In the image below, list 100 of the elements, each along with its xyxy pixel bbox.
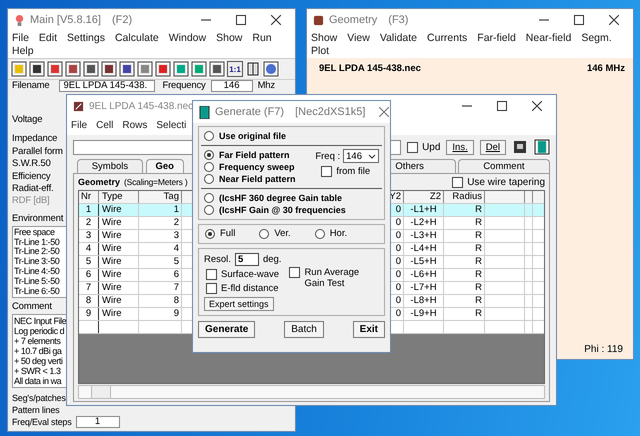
radio-dot[interactable]: [204, 150, 214, 160]
option-checkbox[interactable]: Surface-wave: [206, 269, 280, 280]
tapering-checkbox[interactable]: Use wire tapering: [452, 176, 545, 188]
close-button[interactable]: [271, 15, 281, 25]
menu-item[interactable]: View: [347, 32, 370, 44]
mode-radio[interactable]: Near Field pattern: [204, 173, 296, 185]
menu-item[interactable]: Segm.: [581, 32, 612, 44]
row-number: 8: [79, 295, 99, 307]
menu-item[interactable]: File: [71, 120, 88, 132]
field-label: Frequency: [162, 80, 206, 92]
menu-item[interactable]: Help: [12, 45, 34, 57]
table-cell: Wire: [99, 295, 139, 307]
menu-item[interactable]: Show: [216, 32, 242, 44]
comment-line: + 50 deg verti: [14, 356, 64, 366]
dialog-button[interactable]: Batch: [284, 321, 324, 338]
menu-item[interactable]: Selecti: [156, 120, 186, 132]
row-number: 5: [79, 256, 99, 268]
table-cell: -L5+H: [404, 256, 444, 268]
menu-item[interactable]: Rows: [122, 120, 148, 132]
horizontal-scrollbar[interactable]: [78, 385, 545, 399]
row-number: 7: [79, 282, 99, 294]
scale-button[interactable]: 1:1: [227, 61, 243, 77]
table-cell: 8: [139, 295, 182, 307]
comment-line: NEC Input File: [14, 316, 68, 326]
maximize-button[interactable]: [497, 101, 507, 111]
menu-item[interactable]: Settings: [67, 32, 105, 44]
menu-item[interactable]: Run: [252, 32, 272, 44]
scaling-label: (Scaling=Meters ): [124, 177, 188, 187]
dialog-button[interactable]: Exit: [352, 321, 385, 338]
plane-radio[interactable]: Hor.: [314, 228, 348, 240]
option-checkbox[interactable]: E-fld distance: [206, 283, 279, 294]
mode-radio[interactable]: Far Field pattern: [204, 149, 290, 161]
radio-dot[interactable]: [204, 205, 214, 215]
table-cell: Wire: [99, 269, 139, 281]
resolution-label: Resol.: [204, 254, 231, 265]
tab[interactable]: Geo: [146, 159, 184, 173]
phi-label: Phi : 119: [584, 344, 623, 355]
mode-radio[interactable]: (IcsHF Gain @ 30 frequencies: [204, 204, 346, 216]
table-cell: 1: [139, 204, 182, 216]
file-name: 9EL LPDA 145-438.nec: [319, 63, 421, 74]
mode-radio[interactable]: (IcsHF 360 degree Gain table: [204, 192, 342, 204]
table-cell: 3: [139, 230, 182, 242]
mode-radio[interactable]: Use original file: [204, 130, 286, 142]
menu-item[interactable]: Edit: [38, 32, 58, 44]
mode-radio[interactable]: Frequency sweep: [204, 161, 295, 173]
close-button[interactable]: [609, 15, 619, 25]
table-cell: Wire: [99, 230, 139, 242]
plane-radio[interactable]: Full: [205, 228, 236, 240]
table-cell: R: [444, 256, 485, 268]
menu-item[interactable]: Calculate: [114, 32, 159, 44]
table-cell: R: [444, 230, 485, 242]
radio-dot[interactable]: [204, 193, 214, 203]
radio-dot[interactable]: [205, 229, 215, 239]
menu-item[interactable]: Plot: [311, 45, 330, 57]
book-icon[interactable]: [245, 61, 261, 77]
comment-line: + SWR < 1.3: [14, 366, 62, 376]
comment-line: + 7 elements: [14, 336, 62, 346]
radio-dot[interactable]: [259, 229, 270, 239]
menu-item[interactable]: Near-field: [526, 32, 572, 44]
radio-dot[interactable]: [314, 229, 325, 239]
menu-item[interactable]: File: [12, 32, 29, 44]
row-button[interactable]: Ins.: [446, 140, 474, 154]
dialog-button[interactable]: Generate: [198, 321, 256, 338]
menu-item[interactable]: Cell: [96, 120, 114, 132]
plane-radio[interactable]: Ver.: [259, 228, 291, 240]
menu-item[interactable]: Show: [311, 32, 338, 44]
table-cell: -L2+H: [404, 217, 444, 229]
help-icon[interactable]: [263, 61, 279, 77]
row-number: 1: [79, 204, 99, 216]
radio-dot[interactable]: [204, 131, 214, 141]
calculator-icon[interactable]: [534, 139, 550, 155]
field-label: Pattern lines: [12, 404, 60, 416]
shortcut-label: (F3): [388, 14, 408, 26]
steps-field: 1: [76, 416, 120, 428]
maximize-button[interactable]: [236, 15, 246, 25]
tab[interactable]: Symbols: [77, 159, 143, 173]
table-cell: 7: [139, 282, 182, 294]
upd-checkbox[interactable]: Upd: [407, 142, 440, 152]
column-header: Radius: [444, 191, 485, 203]
column-header: Nr: [79, 191, 99, 203]
maximize-button[interactable]: [574, 15, 584, 25]
result-label: Impedance: [12, 133, 58, 146]
close-button[interactable]: [532, 101, 542, 111]
menu-item[interactable]: Window: [168, 32, 206, 44]
menu-item[interactable]: Validate: [380, 32, 418, 44]
table-cell: -L8+H: [404, 295, 444, 307]
menu-item[interactable]: Currents: [427, 32, 468, 44]
tab[interactable]: Comment: [458, 159, 550, 173]
table-cell: -L1+H: [404, 204, 444, 216]
freq-dropdown[interactable]: 146: [343, 149, 379, 163]
menu-item[interactable]: Far-field: [477, 32, 516, 44]
row-number: 6: [79, 269, 99, 281]
field-label: Freq/Eval steps: [12, 416, 72, 428]
radio-dot[interactable]: [204, 162, 214, 172]
resolution-field[interactable]: 5: [234, 253, 259, 266]
table-cell: -L4+H: [404, 243, 444, 255]
row-button[interactable]: Del: [480, 140, 506, 154]
expert-settings-button[interactable]: Expert settings: [204, 297, 274, 311]
radio-dot[interactable]: [204, 174, 214, 184]
column-header: Tag: [139, 191, 182, 203]
